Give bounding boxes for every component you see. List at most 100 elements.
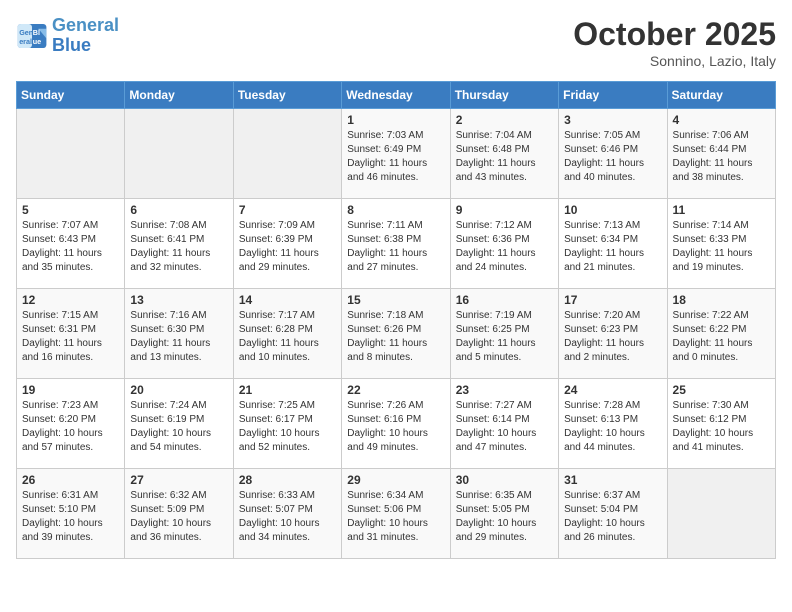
- day-info: Sunrise: 7:11 AM Sunset: 6:38 PM Dayligh…: [347, 219, 444, 275]
- day-number: 26: [22, 473, 119, 487]
- day-number: 8: [347, 203, 444, 217]
- day-info: Sunrise: 6:37 AM Sunset: 5:04 PM Dayligh…: [564, 489, 661, 545]
- weekday-header-thursday: Thursday: [450, 82, 558, 109]
- title-block: October 2025 Sonnino, Lazio, Italy: [573, 16, 776, 69]
- day-info: Sunrise: 7:26 AM Sunset: 6:16 PM Dayligh…: [347, 399, 444, 455]
- weekday-header-monday: Monday: [125, 82, 233, 109]
- day-info: Sunrise: 7:08 AM Sunset: 6:41 PM Dayligh…: [130, 219, 227, 275]
- day-info: Sunrise: 7:07 AM Sunset: 6:43 PM Dayligh…: [22, 219, 119, 275]
- day-number: 3: [564, 113, 661, 127]
- day-info: Sunrise: 7:15 AM Sunset: 6:31 PM Dayligh…: [22, 309, 119, 365]
- weekday-header-row: SundayMondayTuesdayWednesdayThursdayFrid…: [17, 82, 776, 109]
- calendar-cell: 17 Sunrise: 7:20 AM Sunset: 6:23 PM Dayli…: [559, 289, 667, 379]
- day-number: 1: [347, 113, 444, 127]
- calendar-cell: 25 Sunrise: 7:30 AM Sunset: 6:12 PM Dayli…: [667, 379, 775, 469]
- calendar-cell: 9Sunrise: 7:12 AM Sunset: 6:36 PM Daylig…: [450, 199, 558, 289]
- day-info: Sunrise: 7:05 AM Sunset: 6:46 PM Dayligh…: [564, 129, 661, 185]
- calendar-cell: 30 Sunrise: 6:35 AM Sunset: 5:05 PM Dayli…: [450, 469, 558, 559]
- day-number: 23: [456, 383, 553, 397]
- calendar-cell: 2Sunrise: 7:04 AM Sunset: 6:48 PM Daylig…: [450, 109, 558, 199]
- day-number: 31: [564, 473, 661, 487]
- day-info: Sunrise: 7:13 AM Sunset: 6:34 PM Dayligh…: [564, 219, 661, 275]
- logo-line2: Blue: [52, 35, 91, 55]
- calendar-week-row: 26 Sunrise: 6:31 AM Sunset: 5:10 PM Dayli…: [17, 469, 776, 559]
- day-number: 18: [673, 293, 770, 307]
- weekday-header-tuesday: Tuesday: [233, 82, 341, 109]
- calendar-week-row: 12Sunrise: 7:15 AM Sunset: 6:31 PM Dayli…: [17, 289, 776, 379]
- weekday-header-sunday: Sunday: [17, 82, 125, 109]
- location-subtitle: Sonnino, Lazio, Italy: [573, 53, 776, 69]
- day-number: 9: [456, 203, 553, 217]
- calendar-cell: 11 Sunrise: 7:14 AM Sunset: 6:33 PM Dayli…: [667, 199, 775, 289]
- day-number: 17: [564, 293, 661, 307]
- day-info: Sunrise: 7:19 AM Sunset: 6:25 PM Dayligh…: [456, 309, 553, 365]
- day-number: 21: [239, 383, 336, 397]
- calendar-cell: 6 Sunrise: 7:08 AM Sunset: 6:41 PM Daylig…: [125, 199, 233, 289]
- day-info: Sunrise: 7:22 AM Sunset: 6:22 PM Dayligh…: [673, 309, 770, 365]
- day-info: Sunrise: 7:25 AM Sunset: 6:17 PM Dayligh…: [239, 399, 336, 455]
- day-number: 16: [456, 293, 553, 307]
- calendar-cell: 3 Sunrise: 7:05 AM Sunset: 6:46 PM Daylig…: [559, 109, 667, 199]
- day-number: 15: [347, 293, 444, 307]
- day-info: Sunrise: 7:03 AM Sunset: 6:49 PM Dayligh…: [347, 129, 444, 185]
- svg-text:eral: eral: [19, 37, 32, 46]
- calendar-cell: 13Sunrise: 7:16 AM Sunset: 6:30 PM Dayli…: [125, 289, 233, 379]
- calendar-cell: 21 Sunrise: 7:25 AM Sunset: 6:17 PM Dayli…: [233, 379, 341, 469]
- weekday-header-saturday: Saturday: [667, 82, 775, 109]
- logo-text: General Blue: [52, 16, 119, 56]
- day-number: 6: [130, 203, 227, 217]
- day-info: Sunrise: 7:27 AM Sunset: 6:14 PM Dayligh…: [456, 399, 553, 455]
- calendar-cell: [17, 109, 125, 199]
- calendar-cell: 8 Sunrise: 7:11 AM Sunset: 6:38 PM Daylig…: [342, 199, 450, 289]
- svg-text:ue: ue: [33, 37, 41, 46]
- day-number: 27: [130, 473, 227, 487]
- calendar-cell: [233, 109, 341, 199]
- day-info: Sunrise: 7:20 AM Sunset: 6:23 PM Dayligh…: [564, 309, 661, 365]
- day-number: 20: [130, 383, 227, 397]
- calendar-cell: 5 Sunrise: 7:07 AM Sunset: 6:43 PM Daylig…: [17, 199, 125, 289]
- calendar-cell: 4 Sunrise: 7:06 AM Sunset: 6:44 PM Daylig…: [667, 109, 775, 199]
- calendar-cell: 15Sunrise: 7:18 AM Sunset: 6:26 PM Dayli…: [342, 289, 450, 379]
- weekday-header-friday: Friday: [559, 82, 667, 109]
- calendar-cell: 26 Sunrise: 6:31 AM Sunset: 5:10 PM Dayli…: [17, 469, 125, 559]
- day-info: Sunrise: 7:06 AM Sunset: 6:44 PM Dayligh…: [673, 129, 770, 185]
- day-info: Sunrise: 6:35 AM Sunset: 5:05 PM Dayligh…: [456, 489, 553, 545]
- day-number: 30: [456, 473, 553, 487]
- calendar-cell: 16 Sunrise: 7:19 AM Sunset: 6:25 PM Dayli…: [450, 289, 558, 379]
- day-info: Sunrise: 7:16 AM Sunset: 6:30 PM Dayligh…: [130, 309, 227, 365]
- page-header: Gen eral Bl ue General Blue October 2025…: [16, 16, 776, 69]
- logo-icon: Gen eral Bl ue: [16, 22, 48, 50]
- day-number: 25: [673, 383, 770, 397]
- day-info: Sunrise: 7:30 AM Sunset: 6:12 PM Dayligh…: [673, 399, 770, 455]
- calendar-cell: [125, 109, 233, 199]
- calendar-cell: 31 Sunrise: 6:37 AM Sunset: 5:04 PM Dayli…: [559, 469, 667, 559]
- weekday-header-wednesday: Wednesday: [342, 82, 450, 109]
- calendar-cell: 27Sunrise: 6:32 AM Sunset: 5:09 PM Dayli…: [125, 469, 233, 559]
- svg-text:Gen: Gen: [19, 28, 33, 37]
- day-number: 7: [239, 203, 336, 217]
- calendar-cell: [667, 469, 775, 559]
- calendar-cell: 18 Sunrise: 7:22 AM Sunset: 6:22 PM Dayli…: [667, 289, 775, 379]
- calendar-cell: 7 Sunrise: 7:09 AM Sunset: 6:39 PM Daylig…: [233, 199, 341, 289]
- month-title: October 2025: [573, 16, 776, 53]
- calendar-cell: 22Sunrise: 7:26 AM Sunset: 6:16 PM Dayli…: [342, 379, 450, 469]
- calendar-cell: 23 Sunrise: 7:27 AM Sunset: 6:14 PM Dayli…: [450, 379, 558, 469]
- logo-line1: General: [52, 15, 119, 35]
- day-number: 4: [673, 113, 770, 127]
- day-info: Sunrise: 7:04 AM Sunset: 6:48 PM Dayligh…: [456, 129, 553, 185]
- day-info: Sunrise: 6:31 AM Sunset: 5:10 PM Dayligh…: [22, 489, 119, 545]
- day-number: 11: [673, 203, 770, 217]
- day-number: 14: [239, 293, 336, 307]
- calendar-week-row: 5 Sunrise: 7:07 AM Sunset: 6:43 PM Daylig…: [17, 199, 776, 289]
- day-number: 5: [22, 203, 119, 217]
- day-info: Sunrise: 7:24 AM Sunset: 6:19 PM Dayligh…: [130, 399, 227, 455]
- calendar-cell: 14Sunrise: 7:17 AM Sunset: 6:28 PM Dayli…: [233, 289, 341, 379]
- day-info: Sunrise: 7:28 AM Sunset: 6:13 PM Dayligh…: [564, 399, 661, 455]
- day-info: Sunrise: 6:34 AM Sunset: 5:06 PM Dayligh…: [347, 489, 444, 545]
- day-info: Sunrise: 7:23 AM Sunset: 6:20 PM Dayligh…: [22, 399, 119, 455]
- day-info: Sunrise: 7:09 AM Sunset: 6:39 PM Dayligh…: [239, 219, 336, 275]
- day-info: Sunrise: 6:33 AM Sunset: 5:07 PM Dayligh…: [239, 489, 336, 545]
- logo: Gen eral Bl ue General Blue: [16, 16, 119, 56]
- day-info: Sunrise: 7:14 AM Sunset: 6:33 PM Dayligh…: [673, 219, 770, 275]
- calendar-week-row: 1 Sunrise: 7:03 AM Sunset: 6:49 PM Daylig…: [17, 109, 776, 199]
